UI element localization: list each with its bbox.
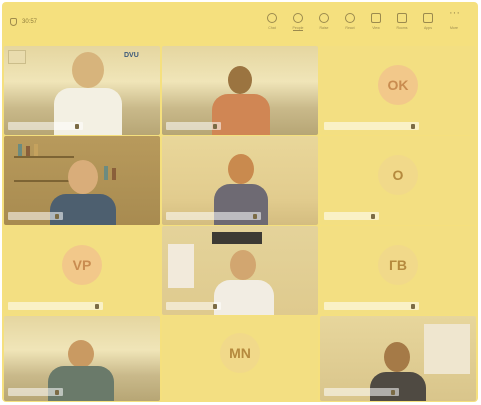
participant-tile[interactable]: [320, 316, 476, 401]
participant-head: [68, 160, 98, 194]
participant-nametag: [324, 388, 399, 396]
meeting-timer: 30:57: [10, 18, 37, 26]
participant-nametag: [166, 122, 221, 130]
participant-tile[interactable]: [162, 46, 318, 135]
participant-head: [228, 66, 252, 94]
react-button[interactable]: React: [340, 13, 360, 31]
toolbar-actions: Chat People Raise React View Rooms Apps …: [262, 7, 464, 31]
mic-off-icon: [411, 303, 415, 309]
participant-tile[interactable]: VP: [4, 226, 160, 315]
participant-tile[interactable]: DVU: [4, 46, 160, 135]
participant-nametag: [8, 388, 63, 396]
participant-head: [68, 340, 94, 368]
people-icon: [293, 13, 303, 23]
participant-nametag: [8, 302, 103, 310]
participant-tile[interactable]: [162, 136, 318, 225]
participant-body: [50, 194, 116, 225]
participant-tile[interactable]: ГВ: [320, 226, 476, 315]
org-logo-icon: [8, 50, 26, 64]
participant-body: [214, 280, 274, 315]
rooms-icon: [397, 13, 407, 23]
grid-icon: [371, 13, 381, 23]
chat-icon: [267, 13, 277, 23]
participant-nametag: [324, 302, 419, 310]
mic-off-icon: [371, 213, 375, 219]
mic-off-icon: [391, 389, 395, 395]
mic-off-icon: [213, 123, 217, 129]
org-logo-text: DVU: [124, 52, 139, 59]
mic-off-icon: [411, 123, 415, 129]
apps-icon: [423, 13, 433, 23]
more-icon: [449, 7, 460, 23]
participant-avatar: O: [378, 155, 418, 196]
mic-off-icon: [253, 213, 257, 219]
meeting-toolbar: 30:57 Chat People Raise React View Rooms…: [2, 2, 478, 44]
more-button[interactable]: More: [444, 7, 464, 31]
participant-nametag: [166, 212, 261, 220]
participant-tile[interactable]: [4, 316, 160, 401]
participant-tile[interactable]: [162, 226, 318, 315]
participant-tile[interactable]: MN: [162, 316, 318, 401]
participant-nametag: [166, 302, 221, 310]
participant-head: [384, 342, 410, 372]
participant-tile[interactable]: O: [320, 136, 476, 225]
participant-body: [370, 372, 426, 401]
participant-grid: DVU OK O VP ГВ MN: [4, 46, 476, 402]
participant-head: [230, 250, 256, 280]
mic-off-icon: [95, 303, 99, 309]
rooms-button[interactable]: Rooms: [392, 13, 412, 31]
meeting-window: 30:57 Chat People Raise React View Rooms…: [2, 2, 478, 402]
raise-hand-button[interactable]: Raise: [314, 13, 334, 31]
participant-head: [72, 52, 104, 88]
hand-icon: [319, 13, 329, 23]
participant-avatar: VP: [62, 245, 102, 286]
mic-off-icon: [55, 389, 59, 395]
mic-off-icon: [55, 213, 59, 219]
participant-tile[interactable]: [4, 136, 160, 225]
view-button[interactable]: View: [366, 13, 386, 31]
participant-nametag: [8, 122, 83, 130]
participant-nametag: [324, 122, 419, 130]
mic-off-icon: [75, 123, 79, 129]
chat-button[interactable]: Chat: [262, 13, 282, 31]
smile-icon: [345, 13, 355, 23]
participant-head: [228, 154, 254, 184]
participant-nametag: [324, 212, 379, 220]
participant-avatar: MN: [220, 333, 260, 374]
apps-button[interactable]: Apps: [418, 13, 438, 31]
mic-off-icon: [213, 303, 217, 309]
participant-avatar: OK: [378, 65, 418, 106]
meeting-timer-text: 30:57: [22, 19, 38, 25]
people-button[interactable]: People: [288, 13, 308, 31]
participant-tile[interactable]: OK: [320, 46, 476, 135]
shield-icon: [10, 18, 17, 26]
participant-avatar: ГВ: [378, 245, 418, 286]
participant-nametag: [8, 212, 63, 220]
